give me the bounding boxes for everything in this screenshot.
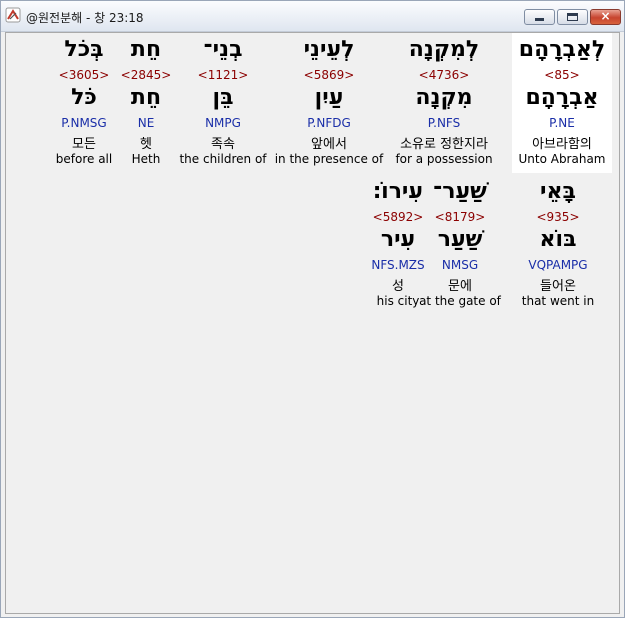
close-icon: ×	[600, 9, 611, 23]
interlinear-panel: לְאַבְרָהָם <85> אַבְרָהָם P.NE 아브라함의 Un…	[5, 32, 620, 614]
strong-number: <4736>	[418, 68, 470, 82]
strong-number: <3605>	[58, 68, 110, 82]
korean-gloss: 성	[392, 279, 404, 294]
word-cell[interactable]: לְמִקְנָה <4736> מִקְנָה P.NFS 소유로 정한지라 …	[394, 33, 494, 173]
hebrew-word: בְּכֹל	[64, 37, 104, 62]
strong-number: <5892>	[372, 210, 424, 224]
word-cell[interactable]: בְּכֹל <3605> כֹּל P.NMSG 모든 before all	[34, 33, 134, 173]
english-gloss: his city	[376, 294, 420, 308]
app-icon	[5, 7, 21, 23]
morphology-code: NFS.MZS	[371, 258, 425, 272]
word-cell[interactable]: עִירוֹ׃ <5892> עִיר NFS.MZS 성 his city	[348, 175, 448, 315]
close-button[interactable]: ×	[590, 9, 621, 25]
strong-number: <935>	[536, 210, 580, 224]
strong-number: <5869>	[303, 68, 355, 82]
minimize-icon	[535, 18, 544, 21]
english-gloss: before all	[55, 152, 113, 166]
maximize-icon	[567, 13, 578, 21]
hebrew-lemma: כֹּל	[71, 85, 97, 110]
app-window: @원전분해 - 창 23:18 × לְאַבְרָהָם <85> אַבְר…	[0, 0, 625, 618]
word-cell[interactable]: לְאַבְרָהָם <85> אַבְרָהָם P.NE 아브라함의 Un…	[512, 33, 612, 173]
morphology-code: P.NMSG	[61, 116, 107, 130]
title-bar[interactable]: @원전분해 - 창 23:18 ×	[1, 1, 624, 32]
strong-number: <85>	[544, 68, 580, 82]
hebrew-lemma: עִיר	[380, 227, 416, 252]
minimize-button[interactable]	[524, 9, 555, 25]
maximize-button[interactable]	[557, 9, 588, 25]
hebrew-word: עִירוֹ׃	[372, 179, 424, 204]
korean-gloss: 모든	[72, 137, 96, 152]
window-title: @원전분해 - 창 23:18	[26, 11, 144, 25]
